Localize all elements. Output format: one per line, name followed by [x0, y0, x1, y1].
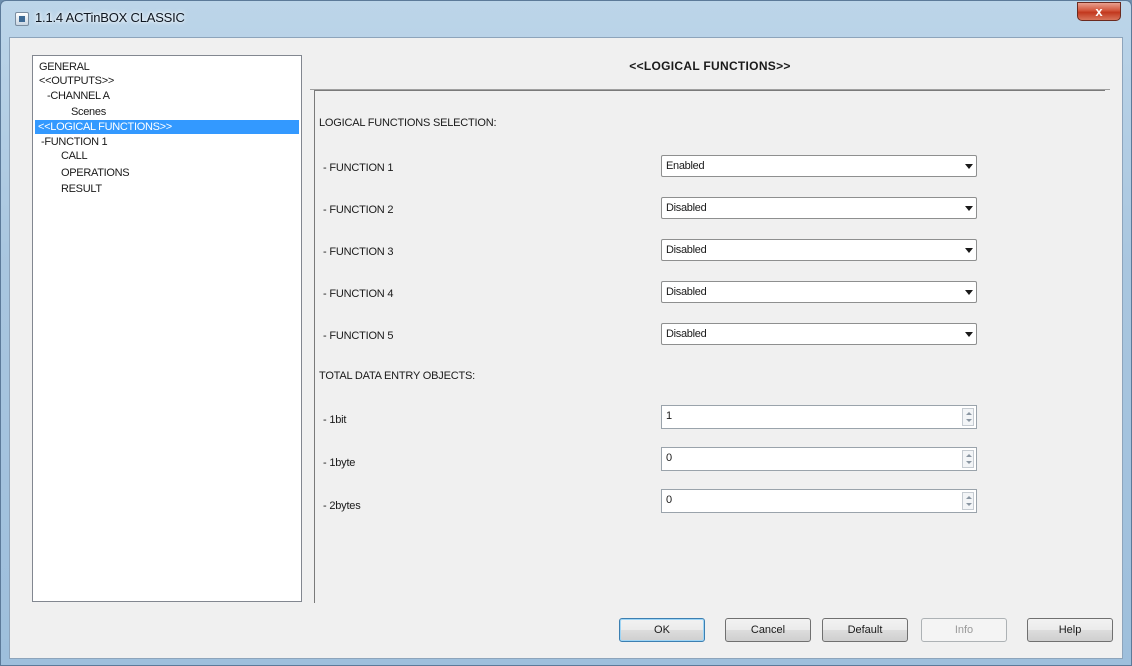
function-3-value: Disabled — [666, 244, 707, 256]
function-4-select[interactable]: Disabled — [661, 281, 977, 303]
object-2bytes-value: 0 — [666, 494, 673, 506]
function-4-label: - FUNCTION 4 — [323, 288, 394, 300]
object-1byte-value: 0 — [666, 452, 673, 464]
chevron-down-icon — [965, 290, 973, 295]
tree-item-function-1[interactable]: -FUNCTION 1 — [41, 135, 108, 149]
spinner-buttons[interactable] — [962, 492, 974, 510]
object-1bit-spinner[interactable]: 1 — [661, 405, 977, 429]
object-1byte-label: - 1byte — [323, 457, 356, 469]
tree-item-operations[interactable]: OPERATIONS — [61, 166, 130, 180]
object-2bytes-label: - 2bytes — [323, 500, 361, 512]
function-3-label: - FUNCTION 3 — [323, 246, 394, 258]
function-1-label: - FUNCTION 1 — [323, 162, 394, 174]
function-2-value: Disabled — [666, 202, 707, 214]
dialog-client-area: GENERAL <<OUTPUTS>> -CHANNEL A Scenes <<… — [9, 37, 1123, 659]
panel-header: <<LOGICAL FUNCTIONS>> — [310, 55, 1110, 90]
function-2-label: - FUNCTION 2 — [323, 204, 394, 216]
spin-up-icon[interactable] — [966, 496, 972, 499]
info-button: Info — [921, 618, 1007, 642]
function-1-value: Enabled — [666, 160, 705, 172]
function-5-value: Disabled — [666, 328, 707, 340]
chevron-down-icon — [965, 206, 973, 211]
default-button[interactable]: Default — [822, 618, 908, 642]
spin-down-icon[interactable] — [966, 503, 972, 506]
object-1bit-label: - 1bit — [323, 414, 347, 426]
function-4-value: Disabled — [666, 286, 707, 298]
panel-title: <<LOGICAL FUNCTIONS>> — [629, 59, 791, 73]
spinner-buttons[interactable] — [962, 450, 974, 468]
tree-item-channel-a[interactable]: -CHANNEL A — [47, 89, 110, 103]
close-icon: x — [1095, 4, 1103, 19]
window-title: 1.1.4 ACTinBOX CLASSIC — [35, 10, 185, 25]
dialog-window: 1.1.4 ACTinBOX CLASSIC x GENERAL <<OUTPU… — [0, 0, 1132, 666]
function-2-select[interactable]: Disabled — [661, 197, 977, 219]
spin-up-icon[interactable] — [966, 454, 972, 457]
app-icon[interactable] — [15, 12, 29, 26]
chevron-down-icon — [965, 164, 973, 169]
cancel-button[interactable]: Cancel — [725, 618, 811, 642]
function-1-select[interactable]: Enabled — [661, 155, 977, 177]
object-1byte-spinner[interactable]: 0 — [661, 447, 977, 471]
close-button[interactable]: x — [1077, 2, 1121, 21]
chevron-down-icon — [965, 332, 973, 337]
spinner-buttons[interactable] — [962, 408, 974, 426]
tree-item-outputs[interactable]: <<OUTPUTS>> — [39, 74, 114, 88]
spin-down-icon[interactable] — [966, 461, 972, 464]
tree-item-logical-functions[interactable]: <<LOGICAL FUNCTIONS>> — [35, 120, 299, 134]
title-bar[interactable]: 1.1.4 ACTinBOX CLASSIC x — [1, 1, 1131, 37]
tree-item-scenes[interactable]: Scenes — [71, 105, 106, 119]
tree-item-general[interactable]: GENERAL — [39, 60, 90, 74]
object-1bit-value: 1 — [666, 410, 673, 422]
parameters-panel: <<LOGICAL FUNCTIONS>> LOGICAL FUNCTIONS … — [310, 55, 1110, 603]
function-3-select[interactable]: Disabled — [661, 239, 977, 261]
panel-content: LOGICAL FUNCTIONS SELECTION: - FUNCTION … — [314, 90, 1105, 603]
ok-button[interactable]: OK — [619, 618, 705, 642]
spin-down-icon[interactable] — [966, 419, 972, 422]
function-5-select[interactable]: Disabled — [661, 323, 977, 345]
tree-item-call[interactable]: CALL — [61, 149, 88, 163]
object-2bytes-spinner[interactable]: 0 — [661, 489, 977, 513]
selection-heading: LOGICAL FUNCTIONS SELECTION: — [319, 117, 497, 129]
tree-item-result[interactable]: RESULT — [61, 182, 102, 196]
spin-up-icon[interactable] — [966, 412, 972, 415]
parameter-tree[interactable]: GENERAL <<OUTPUTS>> -CHANNEL A Scenes <<… — [32, 55, 302, 602]
chevron-down-icon — [965, 248, 973, 253]
objects-heading: TOTAL DATA ENTRY OBJECTS: — [319, 370, 475, 382]
function-5-label: - FUNCTION 5 — [323, 330, 394, 342]
help-button[interactable]: Help — [1027, 618, 1113, 642]
